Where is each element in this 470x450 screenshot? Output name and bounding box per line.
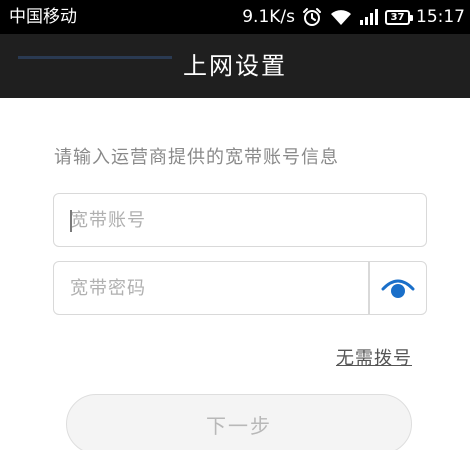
password-field[interactable] <box>53 261 427 315</box>
battery-icon: 37 <box>385 9 413 25</box>
account-field[interactable] <box>53 193 427 247</box>
status-bar: 中国移动 9.1K/s 37 15:17 <box>0 0 470 34</box>
status-icons: 9.1K/s 37 15:17 <box>242 5 465 29</box>
title-bar: 上网设置 <box>0 34 470 98</box>
no-dial-link[interactable]: 无需拨号 <box>336 344 412 370</box>
clock-time: 15:17 <box>416 7 465 27</box>
network-speed: 9.1K/s <box>242 7 295 27</box>
account-input[interactable] <box>54 194 426 246</box>
wifi-icon <box>329 7 353 27</box>
signal-icon <box>359 8 379 26</box>
instruction-text: 请输入运营商提供的宽带账号信息 <box>54 147 339 168</box>
alarm-clock-icon <box>301 6 323 28</box>
page-title: 上网设置 <box>183 52 287 80</box>
battery-level: 37 <box>390 11 405 23</box>
carrier-name: 中国移动 <box>9 7 77 27</box>
text-cursor <box>70 210 72 232</box>
password-input[interactable] <box>54 262 368 314</box>
show-password-toggle[interactable] <box>370 262 426 314</box>
next-button[interactable]: 下一步 <box>66 394 412 450</box>
eye-icon <box>381 277 415 299</box>
